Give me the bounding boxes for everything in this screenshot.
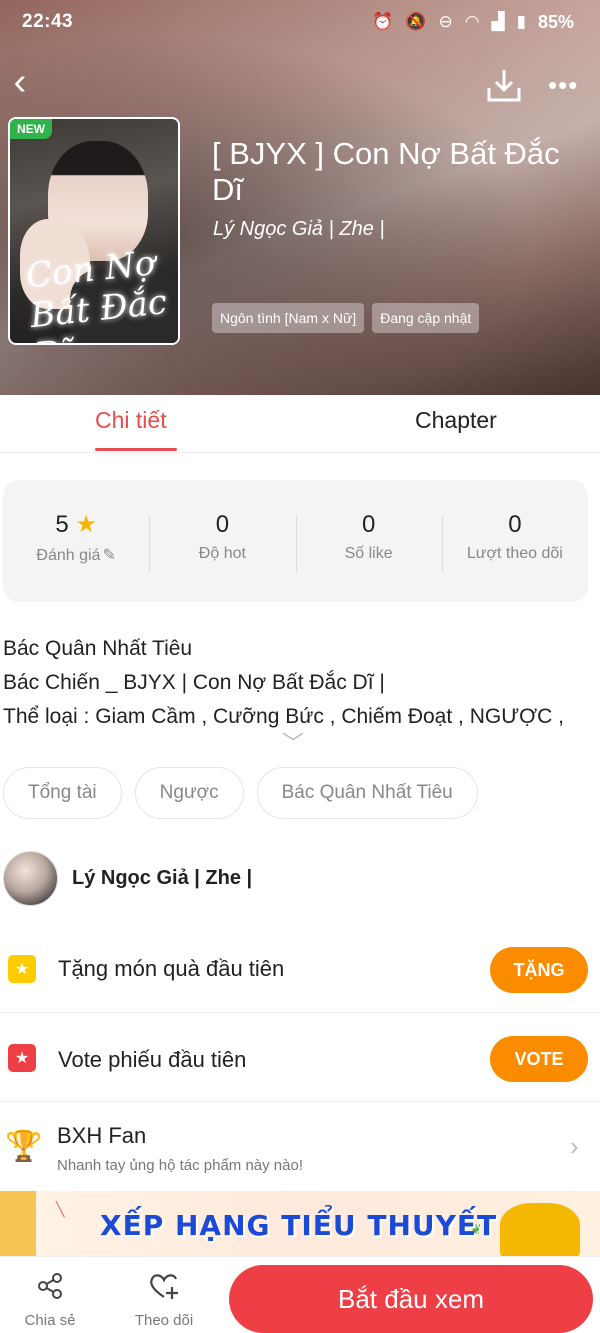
expand-chevron-icon[interactable]: ﹀ bbox=[282, 726, 304, 758]
genre-tags: Tổng tài Ngược Bác Quân Nhất Tiêu bbox=[3, 767, 478, 819]
follow-label: Theo dõi bbox=[134, 1312, 194, 1329]
share-icon bbox=[10, 1271, 90, 1306]
followers-label: Lượt theo dõi bbox=[466, 545, 563, 562]
followers-value: 0 bbox=[508, 511, 522, 538]
genre-chip[interactable]: Ngược bbox=[134, 767, 244, 819]
dnd-icon: ⊖ bbox=[438, 12, 453, 31]
book-cover: NEW Con Nợ Bất Đắc Dĩ bbox=[8, 117, 180, 345]
alarm-icon: ⏰ bbox=[372, 12, 394, 31]
status-time: 22:43 bbox=[22, 11, 74, 32]
tab-active-indicator bbox=[95, 448, 177, 451]
vote-button[interactable]: VOTE bbox=[490, 1036, 588, 1082]
share-label: Chia sẻ bbox=[24, 1312, 76, 1329]
avatar[interactable] bbox=[3, 851, 58, 906]
vote-label: Vote phiếu đầu tiên bbox=[58, 1047, 247, 1072]
mute-icon: 🔕 bbox=[405, 12, 427, 31]
book-header: 22:43 ⏰ 🔕 ⊖ ◠ ▟ ▮ 85% ‹ ••• NEW Con Nợ B… bbox=[0, 0, 600, 395]
cover-title: Con Nợ Bất Đắc Dĩ bbox=[24, 243, 169, 343]
more-dots-icon[interactable]: ••• bbox=[548, 70, 592, 100]
stats-panel: 5 ★ Đánh giá ✎ 0 Độ hot 0 Số like 0 Lượt … bbox=[3, 480, 588, 602]
author-name[interactable]: Lý Ngọc Giả | Zhe | bbox=[72, 867, 252, 890]
status-icons: ⏰ 🔕 ⊖ ◠ ▟ ▮ 85% bbox=[372, 12, 574, 33]
trophy-cup-icon bbox=[500, 1203, 580, 1256]
story-title-line2: Dĩ bbox=[212, 172, 243, 207]
battery-icon: ▮ bbox=[516, 12, 526, 31]
confetti-icon: ╲ bbox=[56, 1201, 65, 1217]
hero-tag-category[interactable]: Ngôn tình [Nam x Nữ] bbox=[212, 303, 365, 333]
hero-tag-status: Đang cập nhật bbox=[372, 303, 480, 333]
likes-label: Số like bbox=[344, 545, 393, 562]
banner-ribbon bbox=[0, 1191, 36, 1256]
story-title: [ BJYX ] Con Nợ Bất Đắc Dĩ bbox=[212, 136, 592, 208]
share-button[interactable]: Chia sẻ bbox=[10, 1271, 90, 1329]
status-bar: 22:43 ⏰ 🔕 ⊖ ◠ ▟ ▮ 85% bbox=[0, 0, 600, 44]
description-line: Bác Chiến _ BJYX | Con Nợ Bất Đắc Dĩ | bbox=[3, 671, 385, 694]
gift-row: ★ Tặng món quà đầu tiên TẶNG bbox=[0, 925, 600, 1013]
tab-chapter[interactable]: Chapter bbox=[415, 407, 497, 434]
start-reading-button[interactable]: Bắt đầu xem bbox=[229, 1265, 593, 1333]
gift-button[interactable]: TẶNG bbox=[490, 947, 588, 993]
rating-value: 5 bbox=[55, 511, 69, 538]
download-icon[interactable] bbox=[484, 66, 524, 106]
tab-bar: Chi tiết Chapter bbox=[0, 395, 600, 453]
gift-label: Tặng món quà đầu tiên bbox=[58, 956, 285, 981]
battery-level: 85% bbox=[537, 11, 574, 32]
stat-likes: 0 Số like bbox=[295, 511, 442, 573]
fan-ranking-row[interactable]: 🏆 BXH Fan Nhanh tay ủng hộ tác phẩm này … bbox=[0, 1103, 600, 1191]
story-author[interactable]: Lý Ngọc Giả | Zhe | bbox=[213, 218, 385, 241]
ranking-banner[interactable]: ╲ ❦ XẾP HẠNG TIỂU THUYẾT bbox=[0, 1191, 600, 1256]
fan-subtitle: Nhanh tay ủng hộ tác phẩm này nào! bbox=[57, 1157, 304, 1174]
chevron-right-icon: › bbox=[570, 1131, 579, 1161]
fan-title: BXH Fan bbox=[57, 1123, 147, 1148]
new-badge: NEW bbox=[10, 119, 52, 139]
trophy-icon: 🏆 bbox=[5, 1130, 43, 1163]
genre-chip[interactable]: Bác Quân Nhất Tiêu bbox=[256, 767, 478, 819]
gift-icon: ★ bbox=[8, 955, 36, 983]
description-line: Bác Quân Nhất Tiêu bbox=[3, 637, 193, 660]
wifi-icon: ◠ bbox=[464, 12, 480, 31]
signal-icon: ▟ bbox=[491, 12, 505, 31]
hot-value: 0 bbox=[215, 511, 230, 538]
tab-details[interactable]: Chi tiết bbox=[95, 407, 167, 434]
stat-rating[interactable]: 5 ★ Đánh giá ✎ bbox=[3, 511, 149, 571]
hero-tags: Ngôn tình [Nam x Nữ] Đang cập nhật bbox=[212, 303, 480, 333]
description: Bác Quân Nhất Tiêu Bác Chiến _ BJYX | Co… bbox=[3, 632, 598, 734]
nav-row: ‹ ••• bbox=[0, 58, 600, 108]
back-icon[interactable]: ‹ bbox=[2, 62, 38, 106]
genre-chip[interactable]: Tổng tài bbox=[3, 767, 122, 819]
stat-hot: 0 Độ hot bbox=[149, 511, 295, 573]
follow-button[interactable]: Theo dõi bbox=[124, 1271, 204, 1329]
author-row[interactable]: Lý Ngọc Giả | Zhe | bbox=[3, 851, 252, 906]
heart-plus-icon bbox=[124, 1271, 204, 1306]
rating-label: Đánh giá bbox=[36, 547, 101, 564]
likes-value: 0 bbox=[361, 511, 376, 538]
pencil-icon: ✎ bbox=[102, 547, 116, 564]
stat-followers: 0 Lượt theo dõi bbox=[441, 511, 588, 573]
bottom-bar: Chia sẻ Theo dõi Bắt đầu xem bbox=[0, 1256, 600, 1333]
vote-row: ★ Vote phiếu đầu tiên VOTE bbox=[0, 1014, 600, 1102]
ticket-icon: ★ bbox=[8, 1044, 36, 1072]
story-title-line1: [ BJYX ] Con Nợ Bất Đắc bbox=[212, 136, 560, 171]
star-icon: ★ bbox=[75, 511, 97, 538]
banner-text: XẾP HẠNG TIỂU THUYẾT bbox=[100, 1209, 498, 1242]
hot-label: Độ hot bbox=[198, 545, 246, 562]
